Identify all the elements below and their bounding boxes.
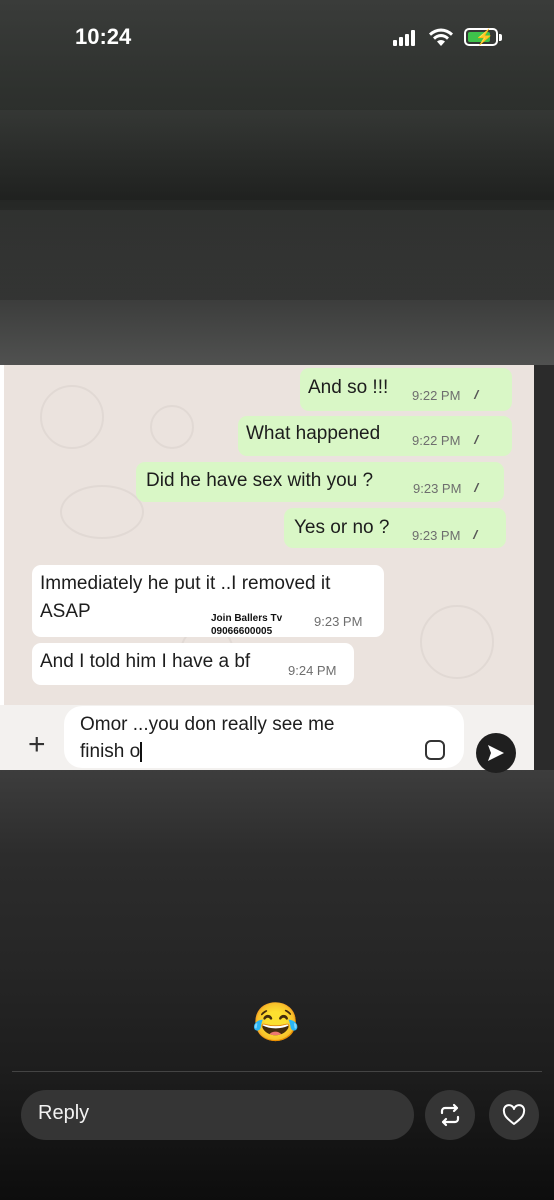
outgoing-message: Yes or no ? 9:23 PM // (284, 508, 506, 548)
message-time: 9:23 PM (413, 481, 462, 496)
message-text: And I told him I have a bf (40, 651, 251, 672)
battery-charging-icon: ⚡ (464, 28, 498, 46)
reply-placeholder: Reply (38, 1102, 90, 1124)
plus-icon[interactable]: + (28, 730, 46, 760)
blurred-band (0, 210, 554, 300)
message-time: 9:24 PM (288, 663, 337, 678)
repost-button[interactable] (425, 1090, 475, 1140)
outgoing-message: And so !!! 9:22 PM // (300, 368, 512, 411)
divider (12, 1071, 542, 1072)
message-time: 9:23 PM (314, 614, 363, 629)
message-text: Did he have sex with you ? (146, 470, 374, 491)
composer-line: finish o (80, 741, 141, 762)
status-bar: 10:24 ⚡ (0, 0, 554, 80)
watermark: Join Ballers Tv 09066600005 (211, 612, 282, 638)
message-time: 9:23 PM (412, 528, 461, 543)
message-text-line2: ASAP (40, 601, 91, 622)
laughing-emoji: 😂 (252, 1002, 300, 1044)
sticker-icon[interactable] (425, 740, 445, 760)
outgoing-message: Did he have sex with you ? 9:23 PM // (136, 462, 504, 502)
outgoing-message: What happened 9:22 PM // (238, 416, 512, 456)
incoming-message: Immediately he put it ..I removed it ASA… (32, 565, 384, 637)
watermark-line: Join Ballers Tv (211, 613, 283, 624)
watermark-line: 09066600005 (211, 626, 273, 637)
message-text: What happened (246, 423, 381, 444)
message-text: Immediately he put it ..I removed it (40, 573, 331, 594)
incoming-message: And I told him I have a bf 9:24 PM (32, 643, 354, 685)
message-input-text: Omor ...you don really see me finish o (80, 711, 410, 765)
send-icon[interactable] (476, 733, 516, 773)
wifi-icon (429, 28, 453, 46)
blurred-band (0, 110, 554, 200)
repost-icon (440, 1103, 460, 1127)
message-time: 9:22 PM (412, 388, 461, 403)
cellular-signal-icon (393, 30, 419, 46)
message-time: 9:22 PM (412, 433, 461, 448)
heart-icon (502, 1104, 526, 1125)
message-text: And so !!! (308, 377, 389, 398)
text-cursor (140, 741, 143, 762)
battery-tip (499, 34, 502, 41)
composer-line: Omor ...you don really see me (80, 714, 335, 735)
status-time: 10:24 (75, 24, 132, 49)
message-text: Yes or no ? (294, 517, 390, 538)
like-button[interactable] (489, 1090, 539, 1140)
